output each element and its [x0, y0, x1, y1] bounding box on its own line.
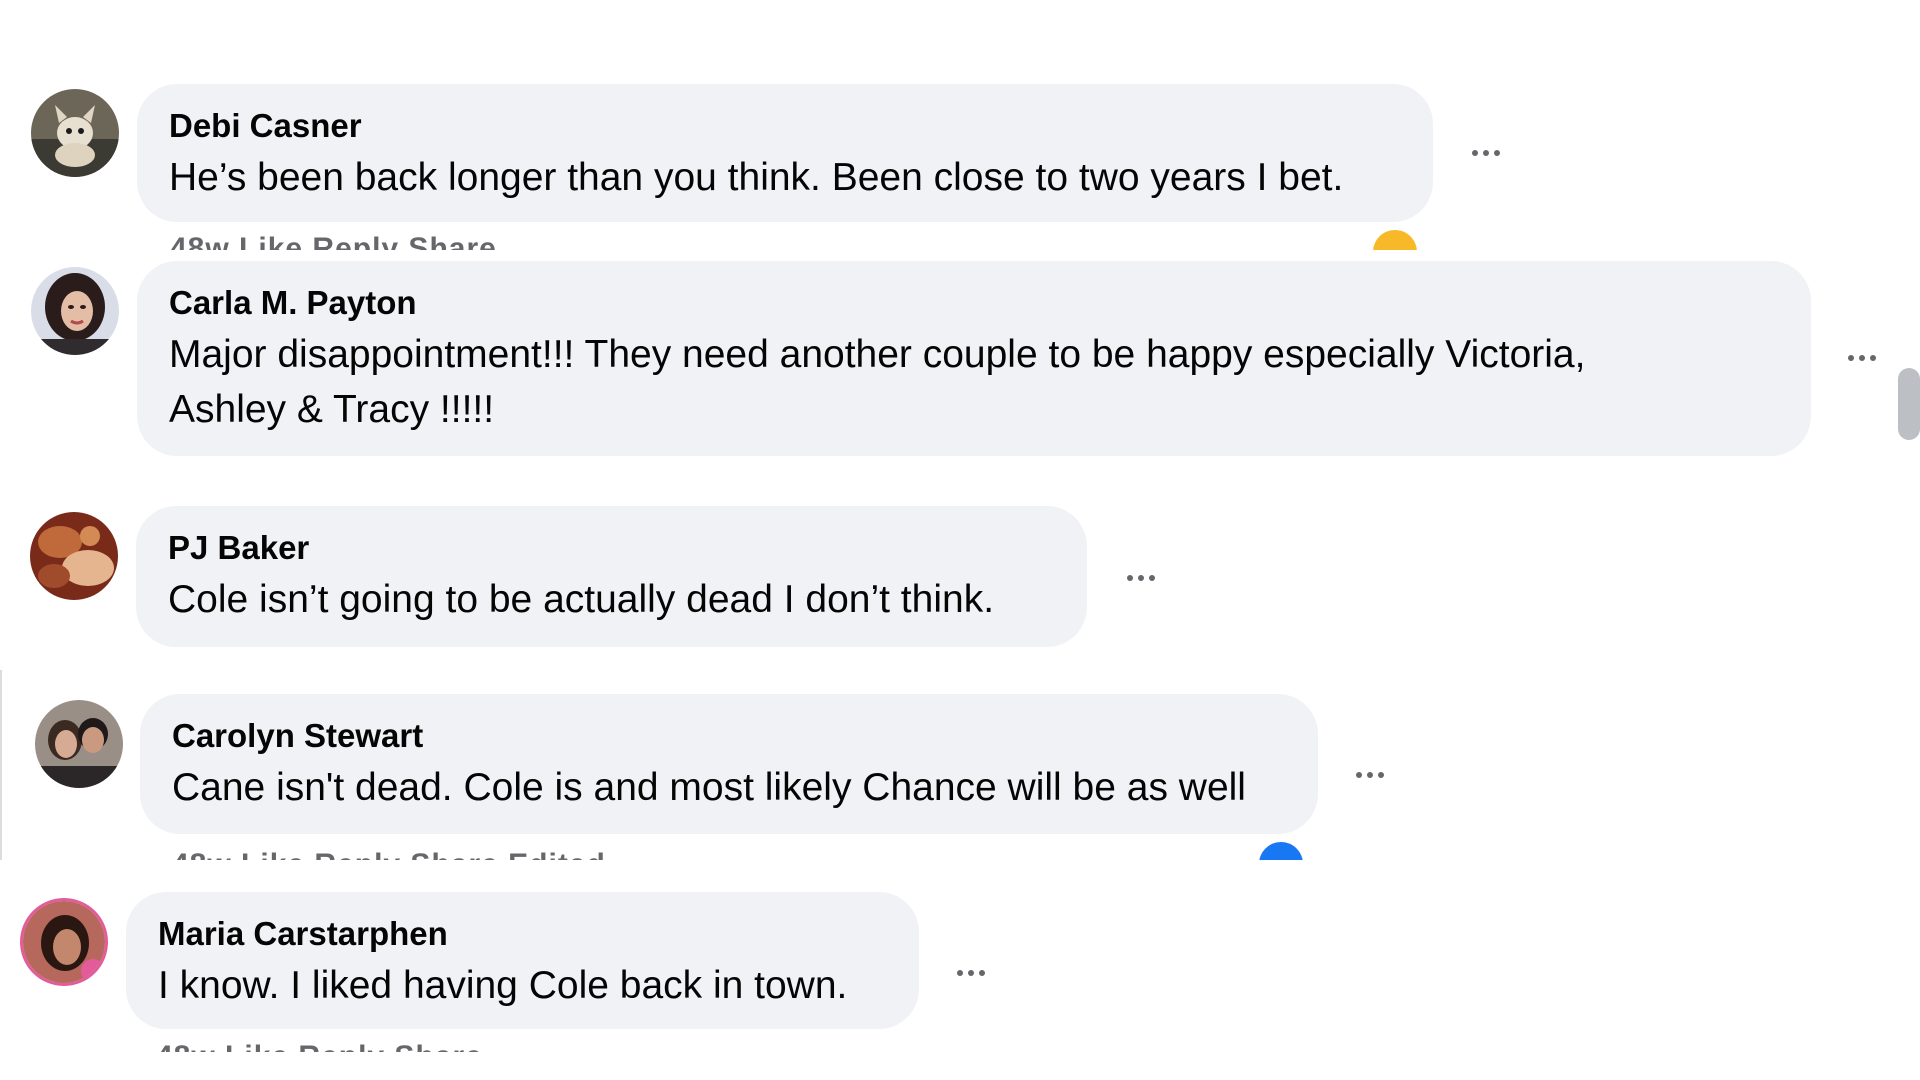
- comment-text: He’s been back longer than you think. Be…: [169, 156, 1344, 199]
- comment-bubble: Carla M. Payton Major disappointment!!! …: [137, 261, 1811, 456]
- comment-text: Cole isn’t going to be actually dead I d…: [168, 578, 995, 621]
- comment-author[interactable]: PJ Baker: [168, 528, 1055, 568]
- avatar[interactable]: [20, 898, 108, 986]
- more-options-icon[interactable]: [1462, 141, 1510, 165]
- comment-text-line-1: Major disappointment!!! They need anothe…: [169, 333, 1586, 376]
- couple-avatar-image: [35, 700, 123, 788]
- more-options-icon[interactable]: [1838, 346, 1886, 370]
- comment-section-2: Carla M. Payton Major disappointment!!! …: [0, 250, 1920, 482]
- haha-reaction-icon[interactable]: [1373, 230, 1417, 250]
- comment-author[interactable]: Carla M. Payton: [169, 283, 1779, 323]
- comment-actions[interactable]: 48w Like Reply Share: [170, 232, 497, 250]
- comment-actions[interactable]: 48w Like Reply Share Edited: [172, 848, 606, 860]
- avatar[interactable]: [31, 267, 119, 355]
- comment-author[interactable]: Maria Carstarphen: [158, 914, 887, 954]
- comment-bubble: Debi Casner He’s been back longer than y…: [137, 84, 1433, 222]
- comment-bubble: Carolyn Stewart Cane isn't dead. Cole is…: [140, 694, 1318, 834]
- more-options-icon[interactable]: [947, 961, 995, 985]
- scrollbar-thumb[interactable]: [1898, 368, 1920, 440]
- comment-author[interactable]: Carolyn Stewart: [172, 716, 1286, 756]
- more-options-icon[interactable]: [1117, 566, 1165, 590]
- food-avatar-image: [30, 512, 118, 600]
- avatar[interactable]: [30, 512, 118, 600]
- comment-section-3: PJ Baker Cole isn’t going to be actually…: [0, 482, 1920, 670]
- comment-section-4: Carolyn Stewart Cane isn't dead. Cole is…: [0, 670, 1920, 860]
- comments-page: Debi Casner He’s been back longer than y…: [0, 0, 1920, 1080]
- more-options-icon[interactable]: [1346, 763, 1394, 787]
- comment-section-1: Debi Casner He’s been back longer than y…: [0, 0, 1920, 250]
- section-divider: [0, 670, 2, 860]
- comment-text: Cane isn't dead. Cole is and most likely…: [172, 766, 1246, 809]
- woman-frame-avatar-image: [23, 901, 105, 983]
- avatar[interactable]: [35, 700, 123, 788]
- dog-avatar-image: [31, 89, 119, 177]
- avatar[interactable]: [31, 89, 119, 177]
- comment-actions[interactable]: 48w Like Reply Share: [156, 1040, 483, 1052]
- comment-text: I know. I liked having Cole back in town…: [158, 964, 848, 1007]
- comment-section-5: Maria Carstarphen I know. I liked having…: [0, 860, 1920, 1052]
- woman-avatar-image: [31, 267, 119, 355]
- comment-text-line-2: Ashley & Tracy !!!!!: [169, 388, 495, 431]
- comment-bubble: Maria Carstarphen I know. I liked having…: [126, 892, 919, 1029]
- comment-author[interactable]: Debi Casner: [169, 106, 1401, 146]
- comment-bubble: PJ Baker Cole isn’t going to be actually…: [136, 506, 1087, 647]
- like-reaction-icon[interactable]: [1259, 842, 1303, 860]
